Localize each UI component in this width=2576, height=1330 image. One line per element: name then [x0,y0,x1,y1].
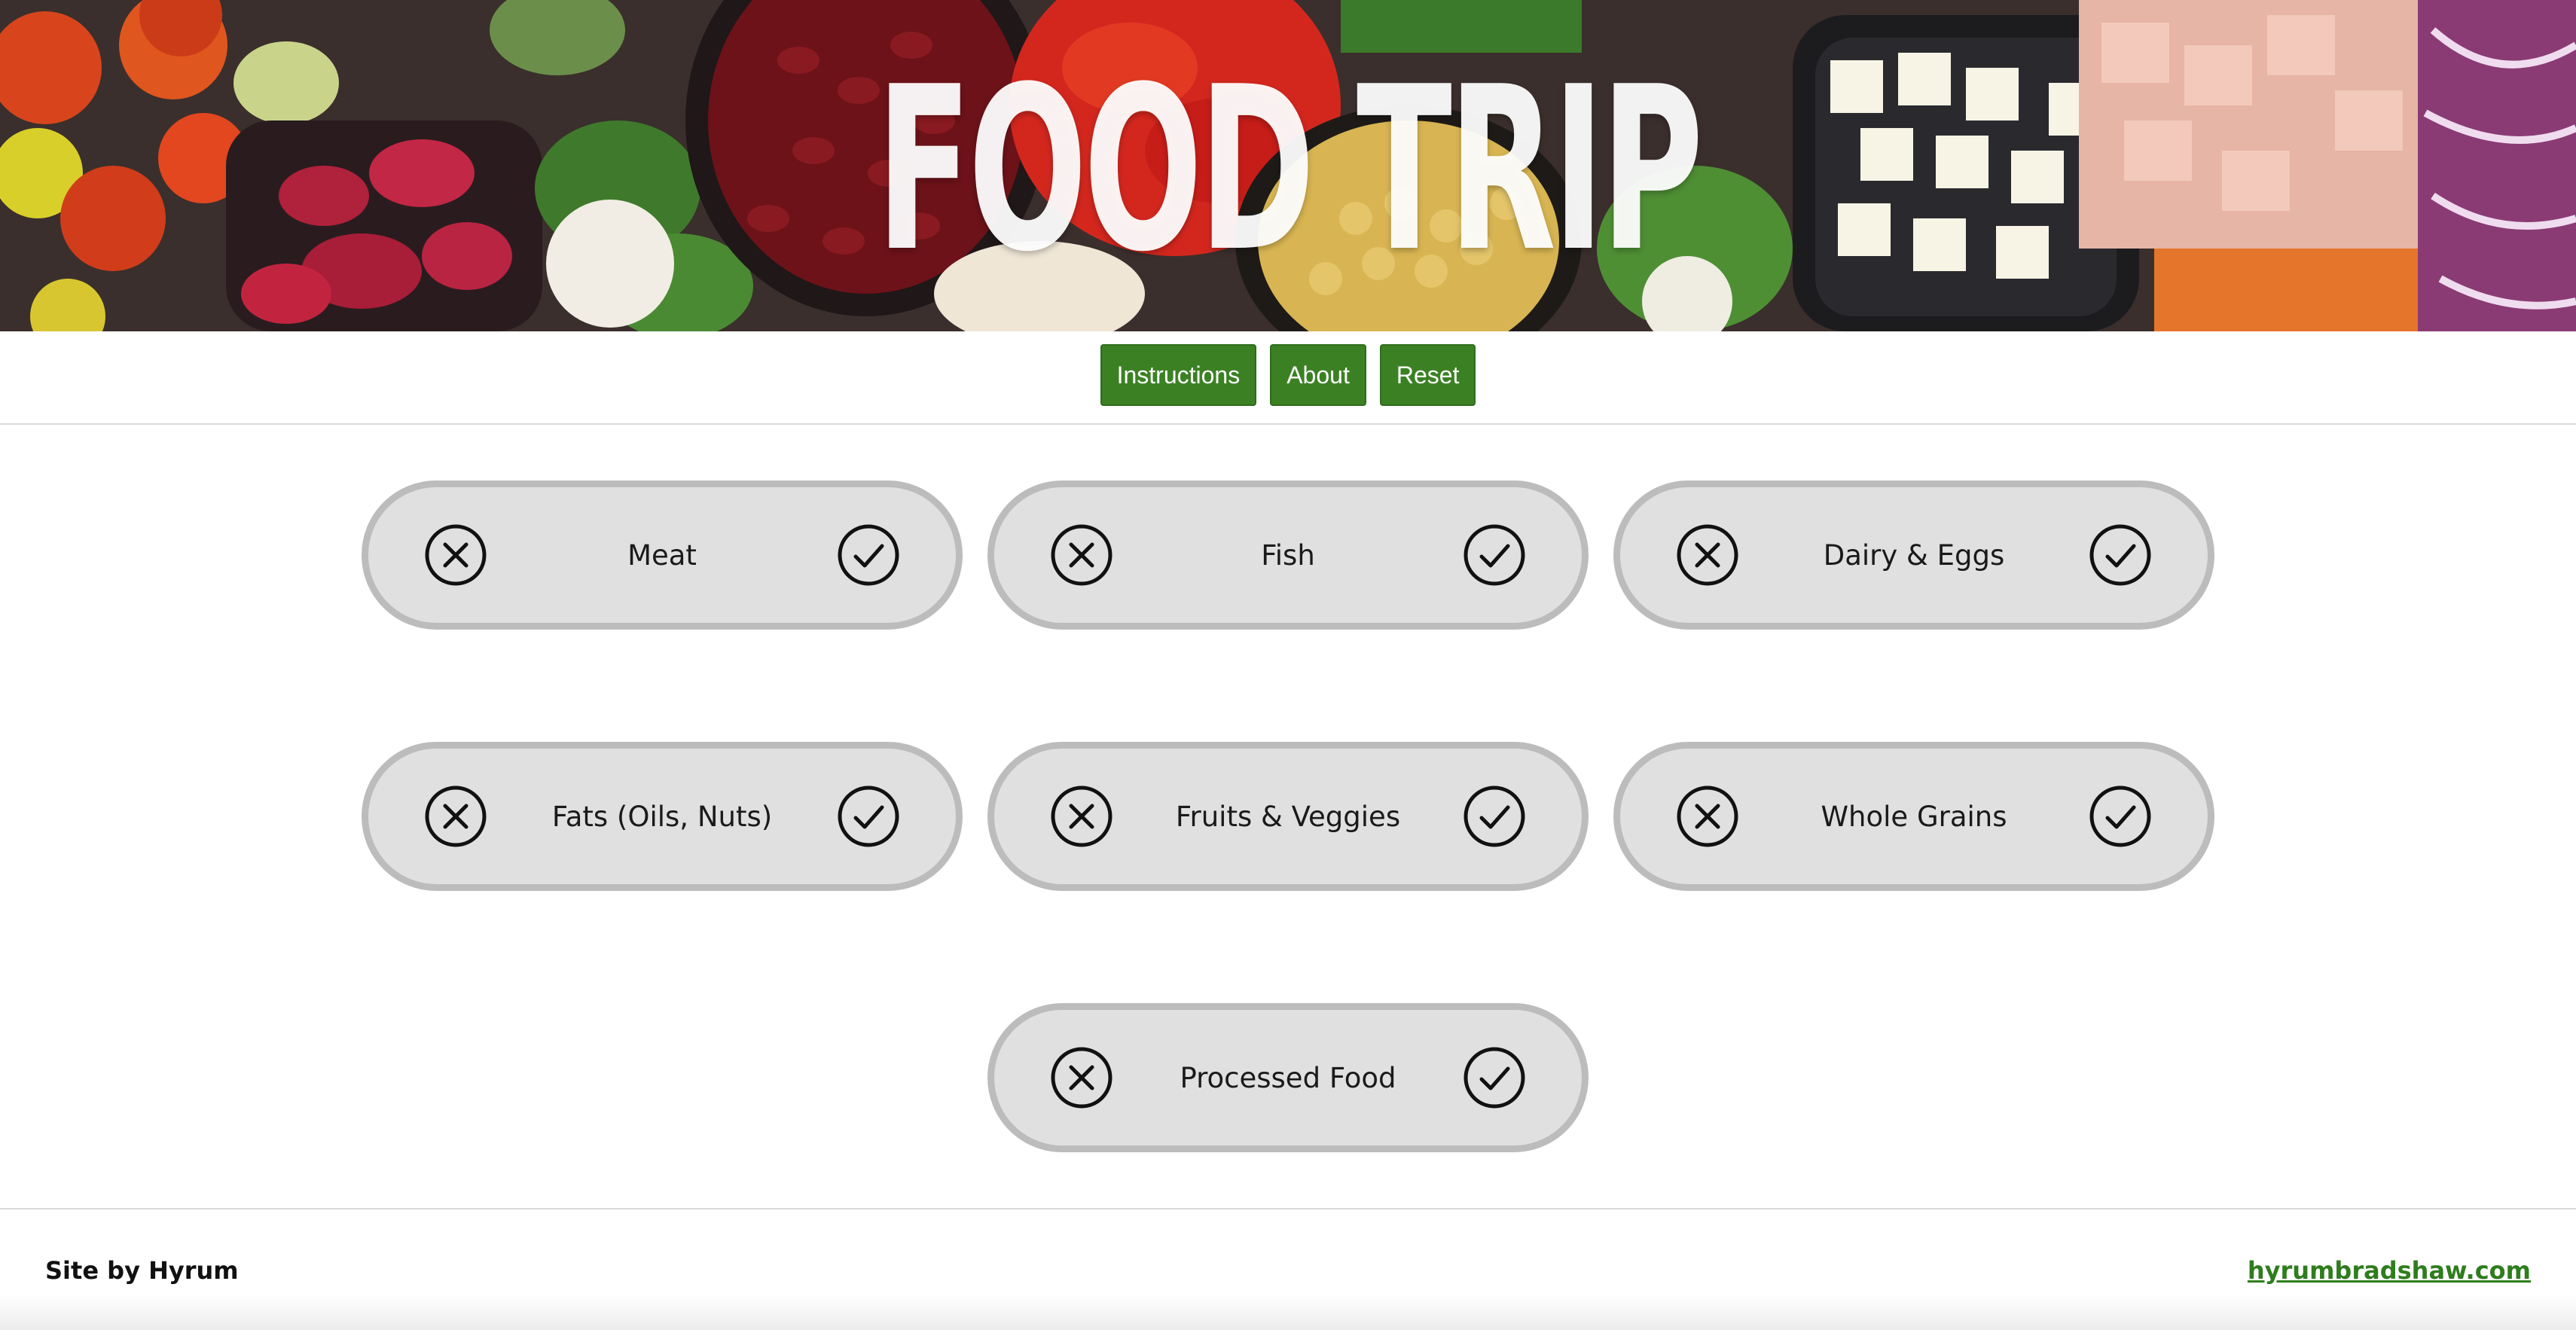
check-circle-icon[interactable] [837,785,900,848]
category-label: Meat [627,538,697,572]
close-circle-icon[interactable] [424,523,487,587]
category-pill-meat: Meat [362,480,963,630]
check-circle-icon[interactable] [2089,523,2152,587]
category-pill-whole-grains: Whole Grains [1613,742,2214,891]
close-circle-icon[interactable] [1676,785,1739,848]
category-label: Dairy & Eggs [1823,538,2005,572]
check-circle-icon[interactable] [1463,1046,1526,1109]
site-credit: Site by Hyrum [45,1256,239,1285]
category-label: Fruits & Veggies [1175,800,1401,833]
check-circle-icon[interactable] [1463,785,1526,848]
check-circle-icon[interactable] [2089,785,2152,848]
close-circle-icon[interactable] [1050,785,1113,848]
author-website-link[interactable]: hyrumbradshaw.com [2248,1256,2531,1285]
category-pill-fats: Fats (Oils, Nuts) [362,742,963,891]
close-circle-icon[interactable] [424,785,487,848]
close-circle-icon[interactable] [1050,1046,1113,1109]
category-label: Processed Food [1180,1061,1396,1094]
about-button[interactable]: About [1270,344,1366,406]
hero-banner: FOOD TRIP [0,0,2576,331]
check-circle-icon[interactable] [837,523,900,587]
category-pill-processed-food: Processed Food [987,1003,1589,1152]
close-circle-icon[interactable] [1050,523,1113,587]
category-pill-dairy-eggs: Dairy & Eggs [1613,480,2214,630]
site-title: FOOD TRIP [876,38,1703,301]
category-pill-fish: Fish [987,480,1589,630]
category-label: Fish [1261,538,1315,572]
close-circle-icon[interactable] [1676,523,1739,587]
category-label: Whole Grains [1821,800,2007,833]
toolbar: Instructions About Reset [0,331,2576,425]
instructions-button[interactable]: Instructions [1100,344,1257,406]
category-pill-fruits-veggies: Fruits & Veggies [987,742,1589,891]
category-label: Fats (Oils, Nuts) [551,800,773,833]
footer: Site by Hyrum hyrumbradshaw.com [0,1208,2576,1330]
check-circle-icon[interactable] [1463,523,1526,587]
reset-button[interactable]: Reset [1379,344,1476,406]
